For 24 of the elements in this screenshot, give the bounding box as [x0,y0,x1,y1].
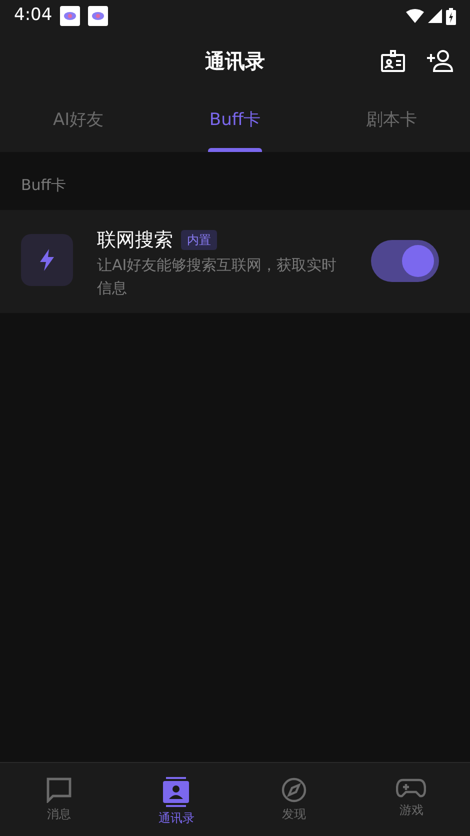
contact-card-icon [163,777,190,807]
buff-description: 让AI好友能够搜索互联网，获取实时信息 [97,255,338,298]
signal-icon [428,9,442,23]
toggle-switch[interactable] [371,240,439,282]
nav-item[interactable]: 游戏 [352,763,470,836]
tab[interactable]: Buff卡 [156,90,314,152]
wifi-icon [406,9,424,23]
lightning-icon [21,234,73,286]
tab[interactable]: 剧本卡 [313,90,470,152]
app-notification-icon [88,6,108,26]
clock: 4:04 [14,4,52,28]
builtin-tag: 内置 [181,230,217,250]
chat-icon [46,777,72,803]
buff-name: 联网搜索 [97,228,173,252]
nav-item[interactable]: 消息 [0,763,118,836]
battery-icon [446,8,456,24]
app-notification-icon [60,6,80,26]
page-title: 通讯录 [205,48,265,75]
nav-item[interactable]: 通讯录 [118,763,235,836]
gamepad-icon [396,777,426,799]
section-title: Buff卡 [20,175,68,196]
nav-item[interactable]: 发现 [235,763,352,836]
compass-icon [280,777,307,803]
tab[interactable]: AI好友 [0,90,157,152]
